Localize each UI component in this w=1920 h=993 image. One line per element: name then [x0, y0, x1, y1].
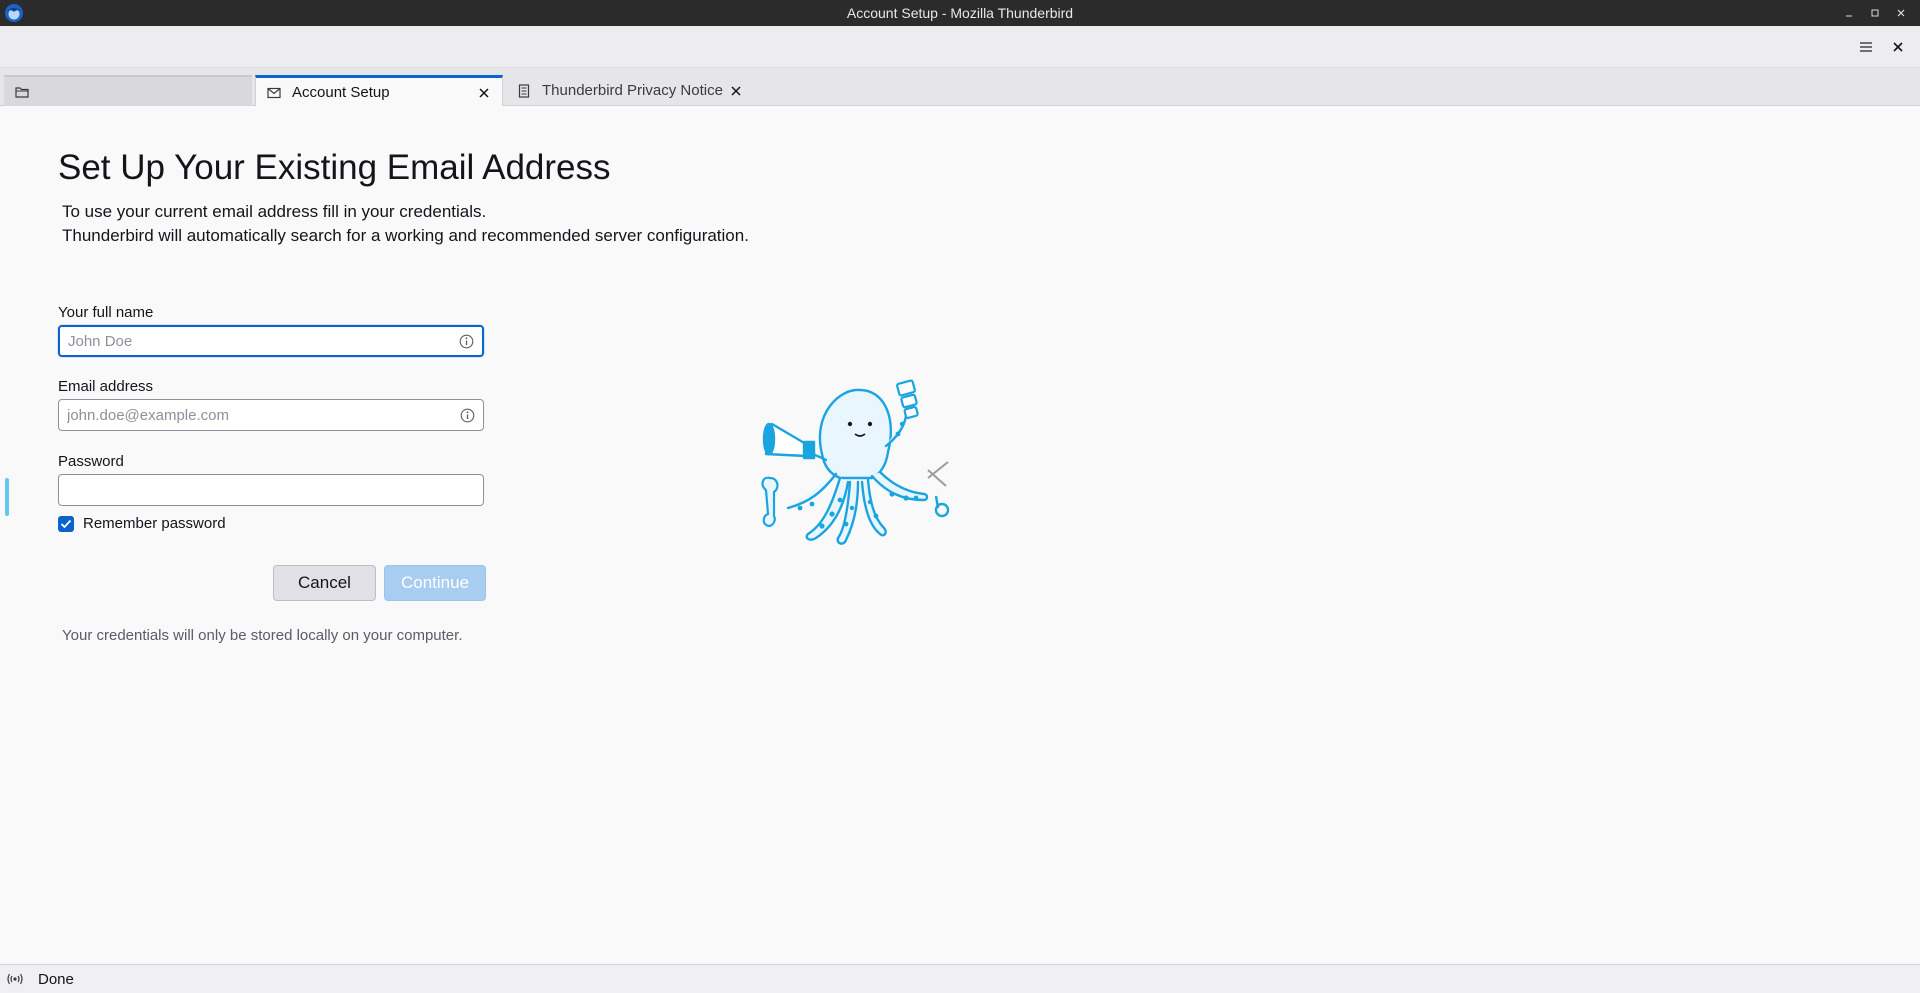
password-label: Password: [58, 453, 124, 470]
credentials-note: Your credentials will only be stored loc…: [62, 627, 463, 644]
info-icon[interactable]: [458, 333, 474, 349]
email-label: Email address: [58, 378, 154, 395]
close-icon: [1892, 38, 1904, 57]
account-setup-page: Set Up Your Existing Email Address To us…: [0, 106, 1920, 964]
minimize-button[interactable]: [1836, 0, 1862, 26]
description-line: To use your current email address fill i…: [62, 202, 487, 221]
continue-button[interactable]: Continue: [384, 565, 486, 601]
password-input[interactable]: [67, 481, 475, 499]
tab-label: Thunderbird Privacy Notice: [542, 82, 723, 99]
close-icon[interactable]: [476, 85, 492, 101]
tab-bar: Account Setup Thunderbird Privacy Notice: [0, 68, 1920, 107]
window-titlebar: Account Setup - Mozilla Thunderbird: [0, 0, 1920, 26]
tab-label: Account Setup: [292, 84, 390, 101]
tab-folders[interactable]: [4, 75, 252, 106]
password-field[interactable]: [58, 474, 484, 506]
page-title: Set Up Your Existing Email Address: [58, 148, 611, 187]
email-input[interactable]: [67, 406, 459, 424]
app-menu-button[interactable]: [1854, 35, 1878, 59]
full-name-field[interactable]: [58, 325, 484, 357]
checkmark-icon: [60, 519, 72, 528]
full-name-label: Your full name: [58, 304, 154, 321]
side-accent-bar: [5, 478, 9, 516]
folder-icon: [14, 84, 30, 100]
remember-password-row[interactable]: Remember password: [58, 515, 226, 532]
window-close-button[interactable]: [1888, 0, 1914, 26]
info-icon[interactable]: [459, 407, 475, 423]
remember-password-label: Remember password: [83, 515, 226, 532]
email-field[interactable]: [58, 399, 484, 431]
window-controls: [1836, 0, 1914, 26]
thunderbird-logo-icon: [4, 3, 24, 23]
toolbar-close-button[interactable]: [1886, 35, 1910, 59]
maximize-button[interactable]: [1862, 0, 1888, 26]
full-name-input[interactable]: [68, 332, 458, 350]
window-title: Account Setup - Mozilla Thunderbird: [846, 5, 1074, 21]
tab-privacy-notice[interactable]: Thunderbird Privacy Notice: [506, 75, 754, 106]
hamburger-menu-icon: [1859, 38, 1873, 57]
page-description: To use your current email address fill i…: [62, 200, 749, 248]
cancel-button[interactable]: Cancel: [273, 565, 376, 601]
connection-icon: [6, 970, 24, 988]
description-line: Thunderbird will automatically search fo…: [62, 226, 749, 245]
envelope-icon: [266, 85, 282, 101]
close-icon[interactable]: [728, 83, 744, 99]
document-icon: [516, 83, 532, 99]
main-toolbar: [0, 26, 1920, 68]
tab-account-setup[interactable]: Account Setup: [255, 75, 503, 107]
status-text: Done: [38, 970, 74, 988]
remember-password-checkbox[interactable]: [58, 515, 74, 532]
status-bar: Done: [0, 964, 1920, 993]
octopus-mascot-illustration: [752, 374, 962, 554]
